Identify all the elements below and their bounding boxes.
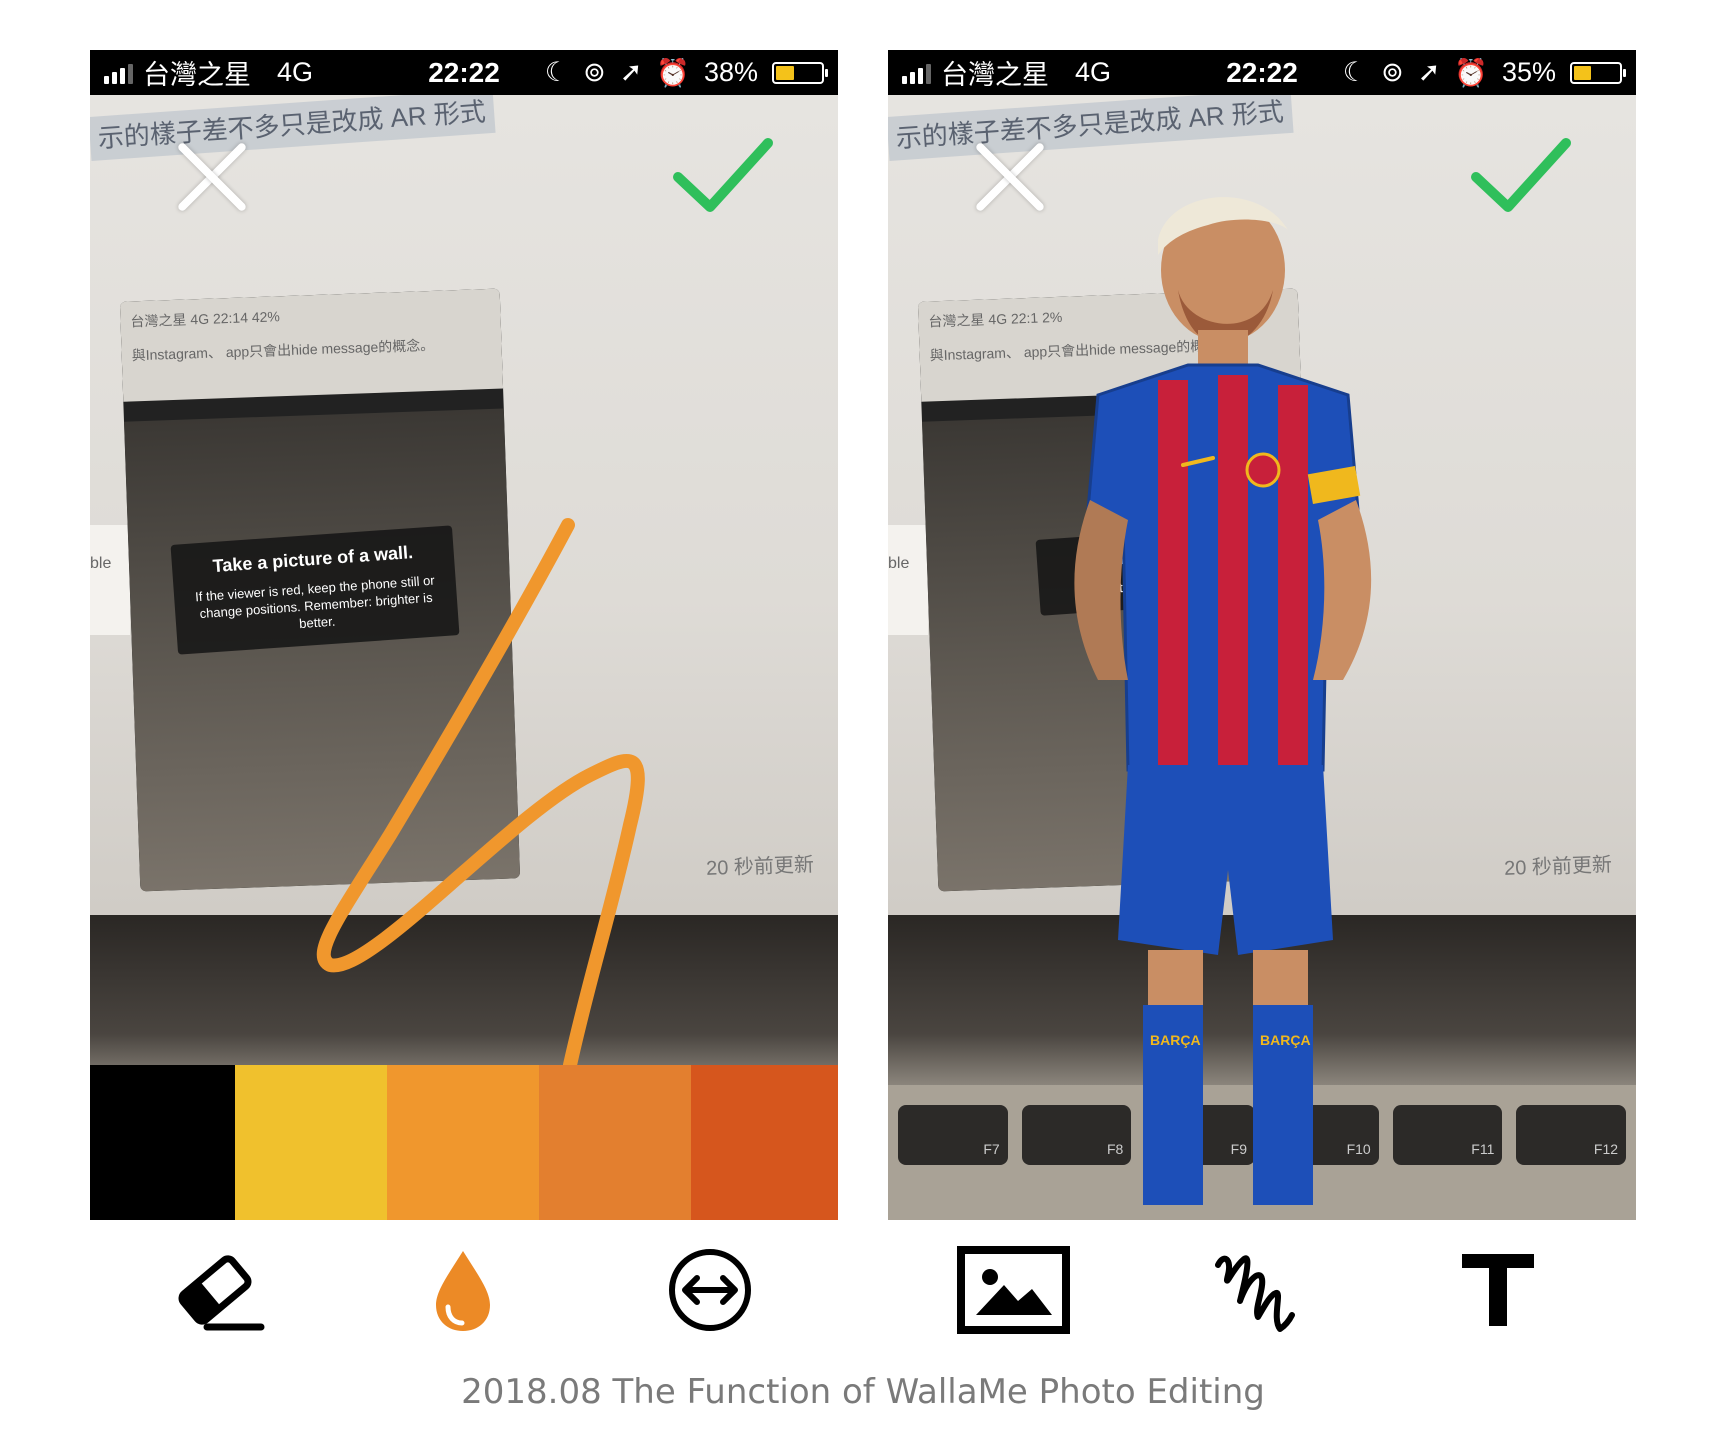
- moon-icon: ☾: [544, 57, 570, 87]
- close-icon[interactable]: [170, 135, 250, 215]
- drop-icon[interactable]: [408, 1240, 518, 1340]
- camera-view: 示的樣子差不多只是改成 AR 形式 ble 台灣之星 4G 22:1 2% 與I…: [888, 95, 1636, 1220]
- rotation-lock-icon: ⊚: [583, 57, 606, 87]
- drawn-stroke: [316, 518, 645, 1072]
- color-palette: [90, 1065, 838, 1220]
- left-phone-screen: 台灣之星 4G 22:22 ☾ ⊚ ➚ ⏰ 38% 示的樣子差不多只是改成 AR…: [90, 50, 838, 1220]
- rotation-lock-icon: ⊚: [1381, 57, 1404, 87]
- figure-caption: 2018.08 The Function of WallaMe Photo Ed…: [461, 1372, 1265, 1412]
- swatch-orange[interactable]: [387, 1065, 539, 1220]
- location-icon: ➚: [619, 57, 643, 87]
- check-icon[interactable]: [668, 125, 778, 225]
- swatch-dark-orange[interactable]: [539, 1065, 691, 1220]
- key-f12: F12: [1516, 1105, 1627, 1165]
- clock: 22:22: [1226, 56, 1298, 88]
- status-bar: 台灣之星 4G 22:22 ☾ ⊚ ➚ ⏰ 35%: [888, 50, 1636, 95]
- close-icon[interactable]: [968, 135, 1048, 215]
- sock-text-right: BARÇA: [1260, 1032, 1311, 1048]
- scribble-icon[interactable]: [1198, 1240, 1308, 1340]
- location-icon: ➚: [1417, 57, 1441, 87]
- network-label: 4G: [1075, 57, 1112, 87]
- left-toolbar: [90, 1240, 838, 1340]
- status-bar: 台灣之星 4G 22:22 ☾ ⊚ ➚ ⏰ 38%: [90, 50, 838, 95]
- battery-percent: 38%: [703, 57, 758, 87]
- battery-icon: [772, 61, 828, 84]
- network-label: 4G: [277, 57, 314, 87]
- sock-text-left: BARÇA: [1150, 1032, 1201, 1048]
- camera-view: 示的樣子差不多只是改成 AR 形式 ble 台灣之星 4G 22:14 42% …: [90, 95, 838, 1220]
- side-card: ble: [888, 525, 928, 635]
- eraser-icon[interactable]: [160, 1240, 270, 1340]
- swatch-red-orange[interactable]: [691, 1065, 838, 1220]
- signal-icon: [902, 62, 931, 84]
- swatch-yellow[interactable]: [235, 1065, 387, 1220]
- clock: 22:22: [428, 56, 500, 88]
- battery-icon: [1570, 61, 1626, 84]
- right-toolbar: [888, 1240, 1636, 1340]
- carrier-label: 台灣之星: [941, 60, 1049, 90]
- updated-text: 20 秒前更新: [1503, 854, 1613, 880]
- carrier-label: 台灣之星: [143, 60, 251, 90]
- text-icon[interactable]: [1443, 1240, 1553, 1340]
- moon-icon: ☾: [1342, 57, 1368, 87]
- right-phone-screen: 台灣之星 4G 22:22 ☾ ⊚ ➚ ⏰ 35% 示的樣子差不多只是改成 AR…: [888, 50, 1636, 1220]
- battery-percent: 35%: [1501, 57, 1556, 87]
- swatch-black[interactable]: [90, 1065, 235, 1220]
- placed-photo-sticker[interactable]: BARÇA BARÇA: [978, 180, 1448, 1220]
- alarm-icon: ⏰: [656, 57, 690, 88]
- image-icon[interactable]: [951, 1240, 1076, 1340]
- alarm-icon: ⏰: [1454, 57, 1488, 88]
- resize-arrows-icon[interactable]: [655, 1240, 765, 1340]
- check-icon[interactable]: [1466, 125, 1576, 225]
- signal-icon: [104, 62, 133, 84]
